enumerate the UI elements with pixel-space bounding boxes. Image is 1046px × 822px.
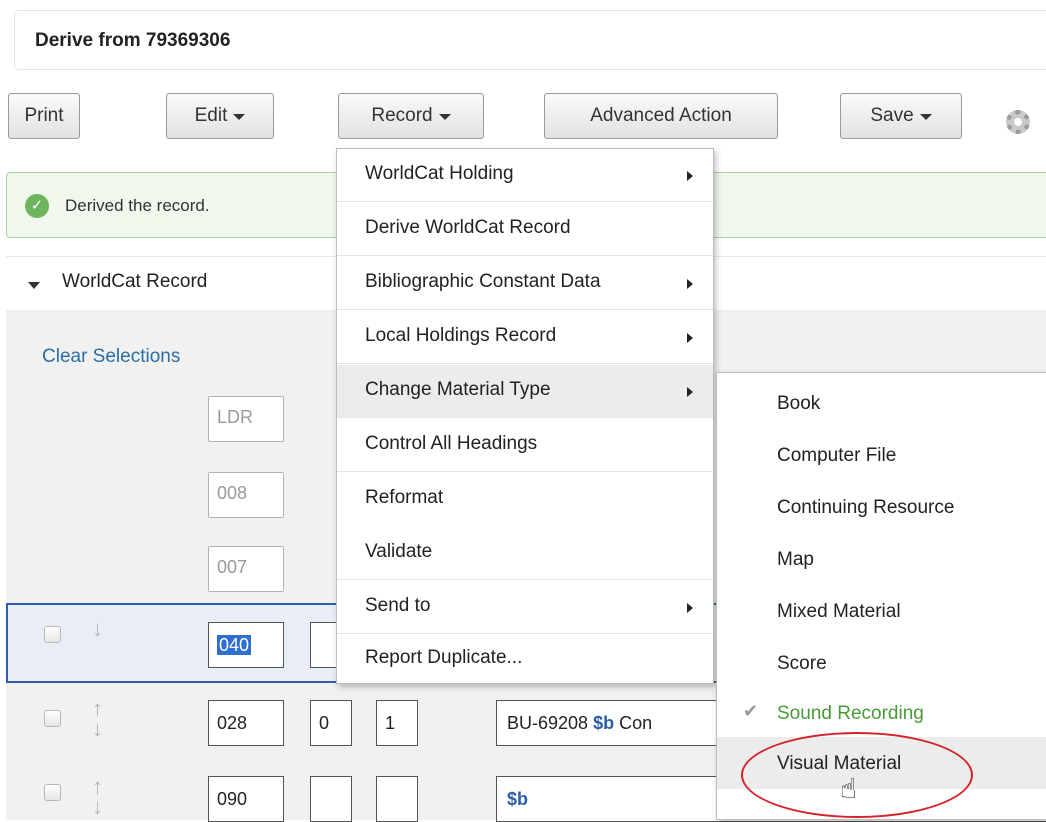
edit-button-label: Edit (194, 105, 228, 126)
advanced-action-label: Advanced Action (590, 105, 732, 126)
chevron-right-icon (687, 387, 693, 397)
submenu-item-mixed-material[interactable]: Mixed Material (717, 585, 1046, 637)
submenu-item-label: Computer File (777, 445, 897, 466)
submenu-item-computer-file[interactable]: Computer File (717, 429, 1046, 481)
field-content-suffix: Con (614, 713, 653, 733)
clear-selections-link[interactable]: Clear Selections (42, 346, 180, 368)
menu-item-label: Report Duplicate... (365, 647, 523, 668)
page-title: Derive from 79369306 (35, 30, 231, 51)
record-button-label: Record (371, 105, 433, 126)
menu-item-local-holdings-record[interactable]: Local Holdings Record (337, 311, 713, 364)
menu-item-change-material-type[interactable]: Change Material Type (337, 365, 713, 418)
record-button[interactable]: Record (338, 93, 484, 139)
move-down-icon[interactable]: ↓ (92, 796, 103, 818)
alert-message: Derived the record. (65, 196, 210, 215)
print-button-label: Print (24, 105, 64, 126)
row-checkbox[interactable] (44, 626, 61, 643)
submenu-item-label: Book (777, 393, 821, 414)
submenu-item-label: Map (777, 549, 814, 570)
submenu-item-continuing-resource[interactable]: Continuing Resource (717, 481, 1046, 533)
007-tag-field[interactable]: 007 (208, 546, 284, 592)
submenu-item-score[interactable]: Score (717, 637, 1046, 689)
submenu-item-label: Continuing Resource (777, 497, 955, 518)
chevron-right-icon (687, 279, 693, 289)
tag-field[interactable]: 040 (208, 622, 284, 668)
tag-value: 040 (217, 635, 252, 655)
tag-field[interactable]: 028 (208, 700, 284, 746)
menu-item-reformat[interactable]: Reformat (337, 473, 713, 526)
menu-item-label: Change Material Type (365, 379, 551, 400)
menu-item-label: Derive WorldCat Record (365, 217, 571, 238)
check-circle-icon: ✓ (25, 194, 49, 218)
title-bar: Derive from 79369306 (14, 10, 1046, 70)
chevron-down-icon (919, 114, 932, 120)
edit-button[interactable]: Edit (166, 93, 274, 139)
save-button[interactable]: Save (840, 93, 962, 139)
submenu-item-sound-recording[interactable]: ✔ Sound Recording (717, 687, 1046, 739)
row-checkbox[interactable] (44, 784, 61, 801)
menu-item-label: Send to (365, 595, 431, 616)
menu-item-label: Local Holdings Record (365, 325, 557, 346)
collapse-triangle-icon[interactable] (28, 282, 40, 289)
save-button-label: Save (870, 105, 914, 126)
advanced-action-button[interactable]: Advanced Action (544, 93, 778, 139)
move-down-icon[interactable]: ↓ (92, 618, 103, 640)
subfield-code: $b (507, 789, 529, 809)
submenu-item-label: Score (777, 653, 827, 674)
move-down-icon[interactable]: ↓ (92, 718, 103, 740)
indicator-2-field[interactable]: 1 (376, 700, 418, 746)
menu-item-label: Control All Headings (365, 433, 538, 454)
menu-item-label: WorldCat Holding (365, 163, 514, 184)
menu-item-label: Validate (365, 541, 433, 562)
submenu-item-map[interactable]: Map (717, 533, 1046, 585)
subfield-code: $b (593, 713, 615, 733)
menu-item-label: Bibliographic Constant Data (365, 271, 601, 292)
008-tag-field[interactable]: 008 (208, 472, 284, 518)
row-checkbox[interactable] (44, 710, 61, 727)
indicator-2-field[interactable] (376, 776, 418, 822)
menu-item-label: Reformat (365, 487, 444, 508)
menu-item-bibliographic-constant-data[interactable]: Bibliographic Constant Data (337, 257, 713, 310)
chevron-down-icon (233, 114, 246, 120)
chevron-right-icon (687, 333, 693, 343)
menu-item-report-duplicate[interactable]: Report Duplicate... (337, 633, 713, 686)
indicator-1-field[interactable] (310, 776, 352, 822)
chevron-right-icon (687, 603, 693, 613)
menu-item-control-all-headings[interactable]: Control All Headings (337, 419, 713, 472)
hand-cursor-icon: ☝ (840, 773, 858, 804)
section-title: WorldCat Record (62, 271, 208, 292)
menu-item-validate[interactable]: Validate (337, 527, 713, 580)
gear-icon[interactable] (1006, 110, 1030, 134)
checkmark-icon: ✔ (743, 701, 759, 721)
field-content-prefix: BU-69208 (507, 713, 594, 733)
print-button[interactable]: Print (8, 93, 80, 139)
chevron-down-icon (438, 114, 451, 120)
tag-field[interactable]: 090 (208, 776, 284, 822)
indicator-1-field[interactable]: 0 (310, 700, 352, 746)
submenu-item-label: Mixed Material (777, 601, 901, 622)
menu-item-derive-worldcat-record[interactable]: Derive WorldCat Record (337, 203, 713, 256)
menu-item-send-to[interactable]: Send to (337, 581, 713, 634)
chevron-right-icon (687, 171, 693, 181)
ldr-tag-field[interactable]: LDR (208, 396, 284, 442)
submenu-item-book[interactable]: Book (717, 377, 1046, 429)
submenu-item-label: Sound Recording (777, 703, 924, 724)
record-dropdown-menu: WorldCat Holding Derive WorldCat Record … (336, 148, 714, 684)
menu-item-worldcat-holding[interactable]: WorldCat Holding (337, 149, 713, 202)
